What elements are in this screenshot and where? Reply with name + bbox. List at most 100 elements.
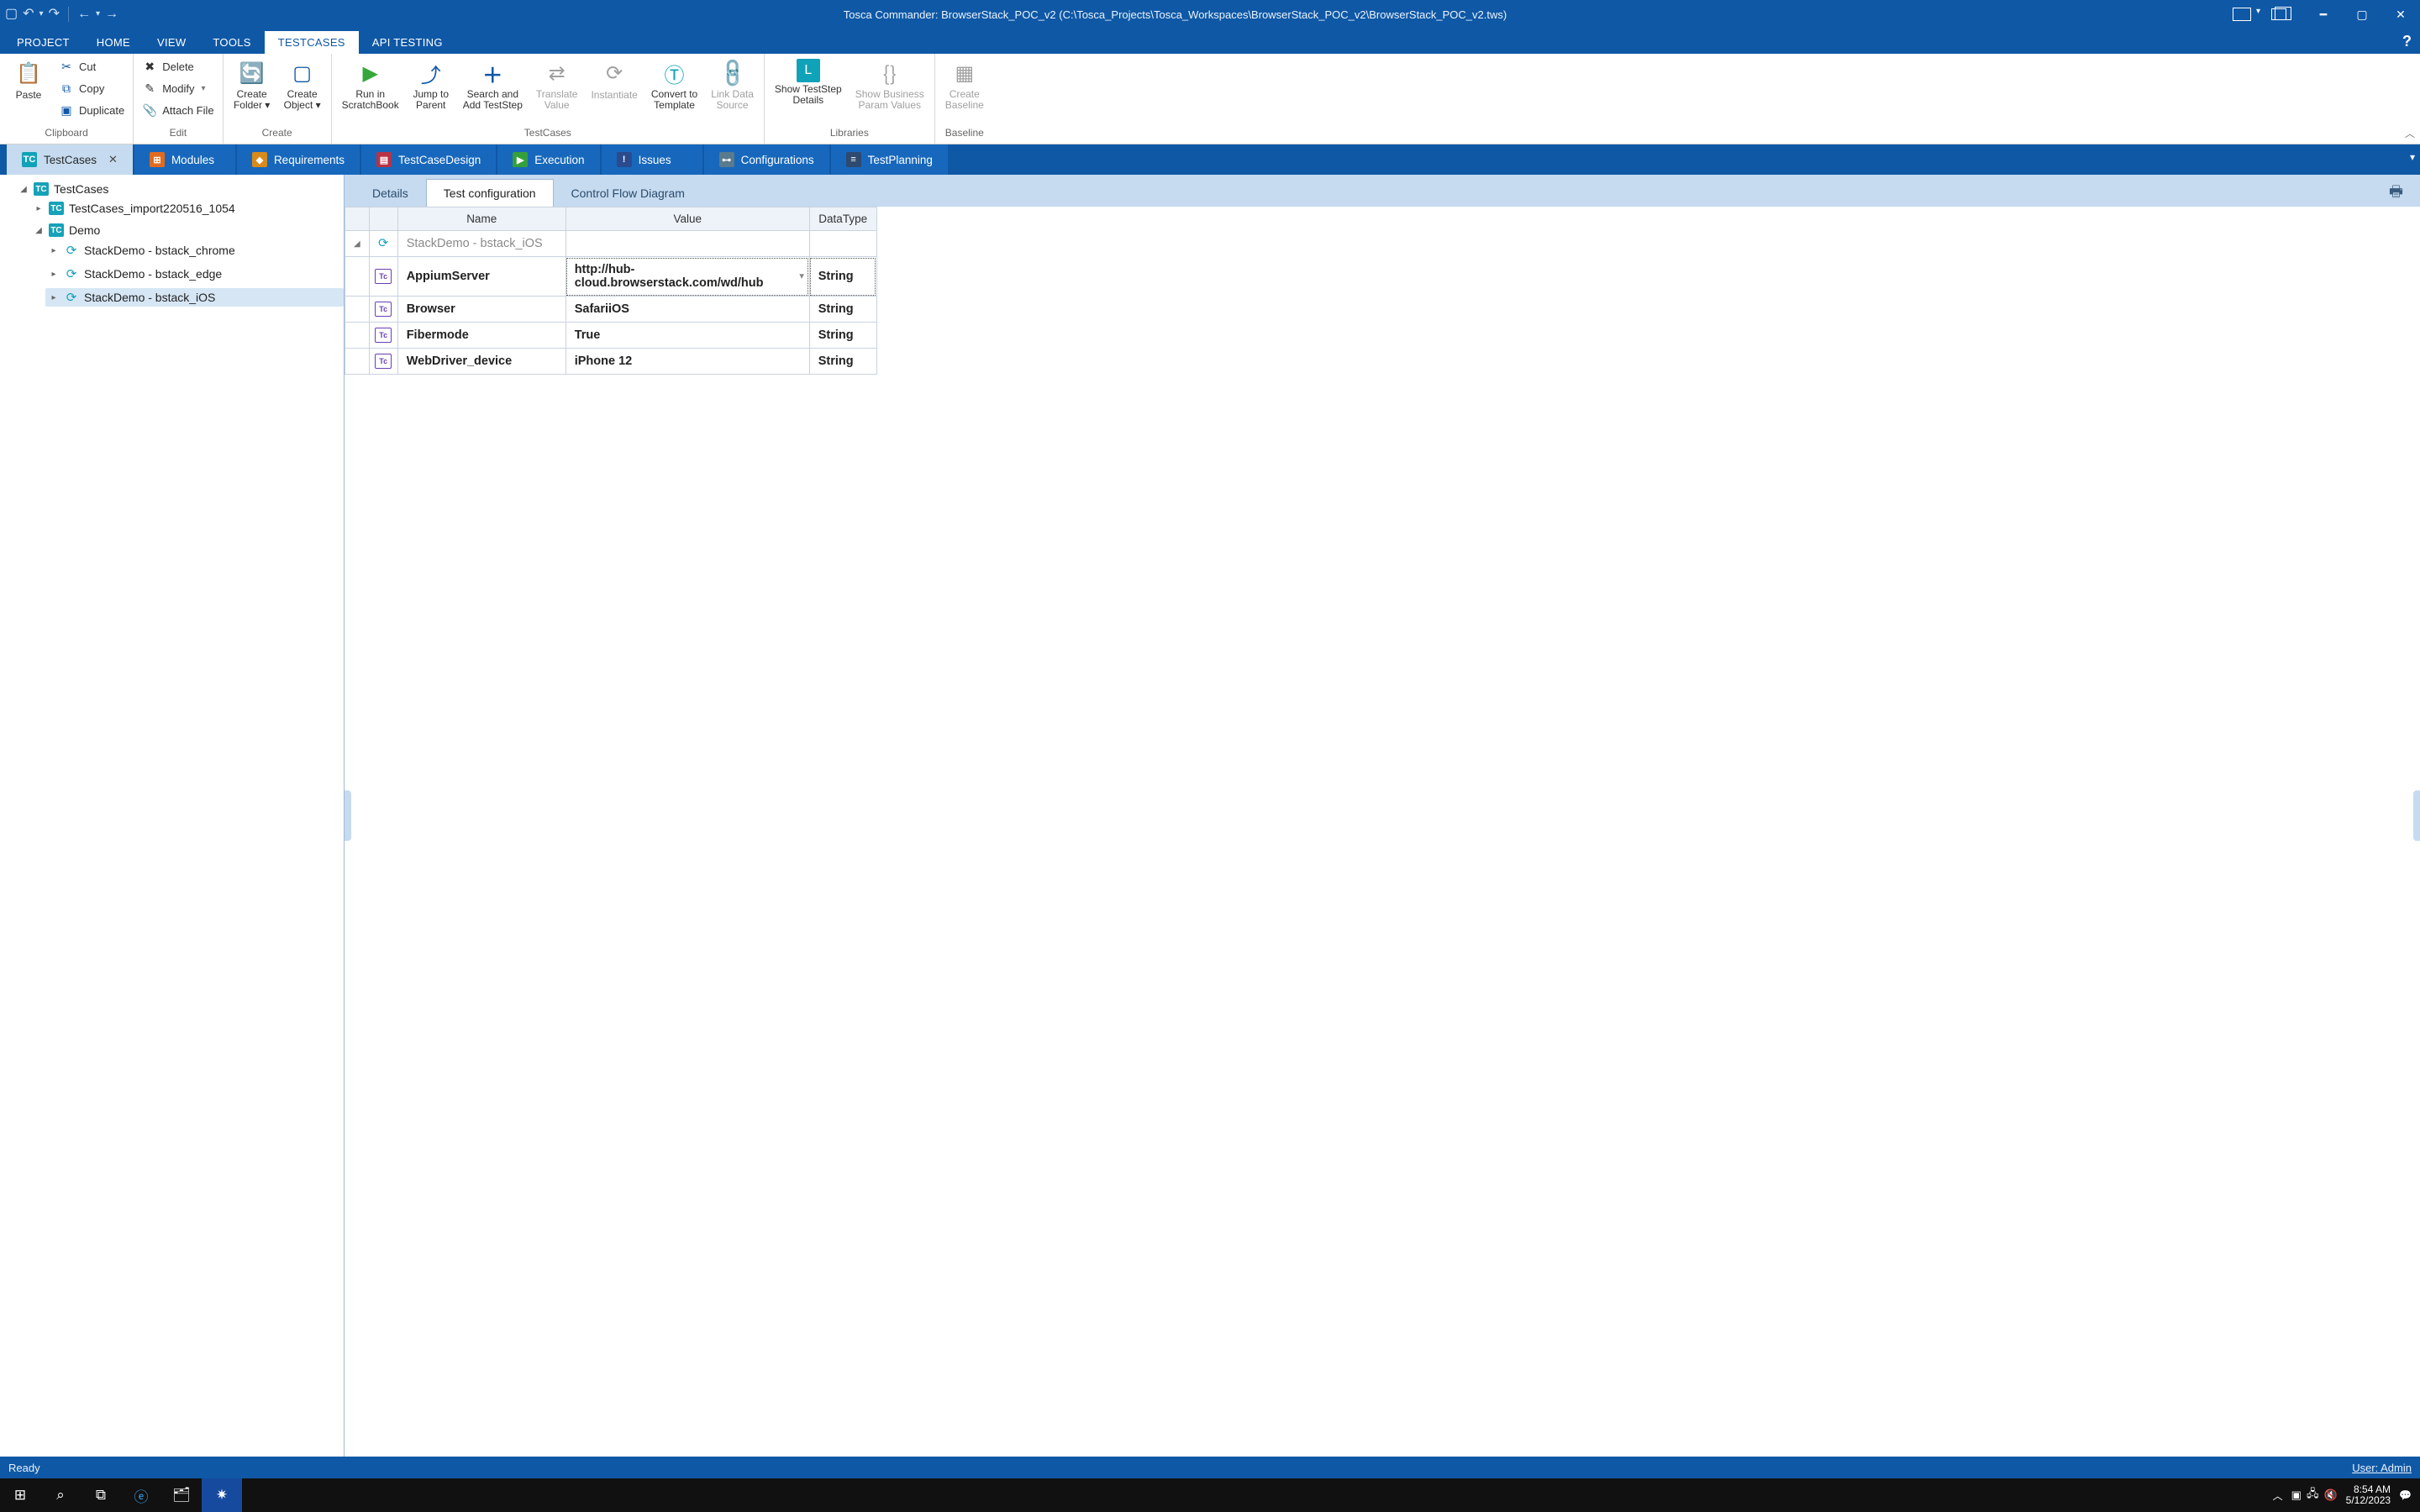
wtab-requirements[interactable]: ◆Requirements (237, 144, 360, 175)
search-icon[interactable]: ⌕ (40, 1478, 81, 1512)
left-grip-icon[interactable] (345, 790, 351, 841)
collapse-icon[interactable]: ◢ (345, 231, 370, 257)
create-folder-button[interactable]: 🔄 CreateFolder ▾ (230, 57, 274, 113)
tree-item-ios[interactable]: ▸ ⟳ StackDemo - bstack_iOS (45, 288, 344, 307)
task-view-icon[interactable]: ⧉ (81, 1478, 121, 1512)
status-user[interactable]: User: Admin (2352, 1462, 2412, 1474)
save-icon[interactable]: ▢ (5, 8, 18, 21)
wtab-config[interactable]: ⊶Configurations (704, 144, 829, 175)
config-grid[interactable]: Name Value DataType ◢ ⟳ StackDemo - bsta… (345, 207, 877, 375)
expand-icon[interactable]: ▸ (49, 270, 59, 279)
collapse-ribbon-icon[interactable]: ︿ (2405, 126, 2415, 140)
expand-icon[interactable]: ▸ (49, 293, 59, 302)
grid-row-browser[interactable]: Tc Browser SafariiOS String (345, 297, 877, 323)
undo-icon[interactable]: ↶ (23, 8, 34, 21)
restore-panes-icon[interactable] (2265, 0, 2304, 29)
redo-icon[interactable]: ↷ (49, 8, 60, 21)
grid-type-cell[interactable]: String (809, 257, 876, 297)
history-dropdown-icon[interactable]: ▾ (96, 10, 100, 18)
help-icon[interactable]: ? (2402, 33, 2412, 50)
subtab-details[interactable]: Details (355, 179, 426, 207)
minimize-icon[interactable]: ━ (2304, 0, 2343, 29)
tab-tools[interactable]: TOOLS (199, 31, 264, 54)
taskbar-clock[interactable]: 8:54 AM 5/12/2023 (2346, 1484, 2391, 1506)
grid-row-webdriver-device[interactable]: Tc WebDriver_device iPhone 12 String (345, 349, 877, 375)
create-object-button[interactable]: ▢ CreateObject ▾ (281, 57, 324, 113)
modify-button[interactable]: ✎Modify▾ (140, 79, 215, 97)
dropdown-icon[interactable]: ▾ (800, 272, 804, 281)
maximize-icon[interactable]: ▢ (2343, 0, 2381, 29)
network-icon[interactable]: 🖧 (2307, 1486, 2319, 1504)
grid-parent-row[interactable]: ◢ ⟳ StackDemo - bstack_iOS (345, 231, 877, 257)
ie-icon[interactable]: ⓔ (121, 1478, 161, 1512)
tab-testcases[interactable]: TESTCASES (265, 31, 359, 54)
grid-value-cell[interactable]: http://hub-cloud.browserstack.com/wd/hub… (566, 257, 809, 297)
delete-button[interactable]: ✖Delete (140, 57, 215, 76)
close-icon[interactable]: ✕ (2381, 0, 2420, 29)
col-value[interactable]: Value (566, 207, 809, 231)
grid-value-cell[interactable]: True (566, 323, 809, 349)
explorer-icon[interactable]: 🗂 (161, 1478, 202, 1512)
instantiate-button[interactable]: ⟳Instantiate (587, 57, 640, 102)
jump-to-parent-button[interactable]: ⤴Jump toParent (409, 57, 453, 113)
search-add-teststep-button[interactable]: ＋Search andAdd TestStep (460, 57, 526, 113)
expand-icon[interactable]: ▸ (34, 204, 44, 213)
paste-button[interactable]: 📋 Paste (7, 57, 50, 102)
tray-chevron-icon[interactable]: ︿ (2273, 1488, 2283, 1503)
ribbon-display-options-icon[interactable] (2227, 0, 2265, 29)
notifications-icon[interactable]: 💬 (2399, 1489, 2412, 1501)
collapse-icon[interactable]: ◢ (18, 185, 29, 194)
cut-button[interactable]: ✂Cut (57, 57, 126, 76)
tab-apitesting[interactable]: API TESTING (359, 31, 456, 54)
expand-icon[interactable]: ▸ (49, 246, 59, 255)
forward-icon[interactable]: → (105, 8, 118, 21)
start-button[interactable]: ⊞ (0, 1478, 40, 1512)
subtab-cfd[interactable]: Control Flow Diagram (554, 179, 702, 207)
undo-dropdown-icon[interactable]: ▾ (39, 10, 44, 18)
col-datatype[interactable]: DataType (809, 207, 876, 231)
grid-row-fibermode[interactable]: Tc Fibermode True String (345, 323, 877, 349)
col-name[interactable]: Name (397, 207, 566, 231)
wtab-tcdesign[interactable]: ▤TestCaseDesign (361, 144, 496, 175)
show-business-param-button[interactable]: ｛｝Show BusinessParam Values (852, 57, 928, 113)
wtab-modules[interactable]: ⊞Modules (134, 144, 235, 175)
tree-item-import[interactable]: ▸ TC TestCases_import220516_1054 (30, 200, 344, 217)
grid-type-cell[interactable]: String (809, 349, 876, 375)
wtab-issues[interactable]: !Issues (602, 144, 702, 175)
tray-icon[interactable]: ▣ (2291, 1488, 2302, 1502)
attach-file-button[interactable]: 📎Attach File (140, 101, 215, 119)
tab-project[interactable]: PROJECT (3, 31, 83, 54)
tree-item-demo[interactable]: ◢ TC Demo (30, 222, 344, 239)
subtab-testconfig[interactable]: Test configuration (426, 179, 554, 207)
link-data-source-button[interactable]: 🔗Link DataSource (708, 57, 757, 113)
tree-root-testcases[interactable]: ◢ TC TestCases (15, 181, 344, 197)
grid-row-appium[interactable]: Tc AppiumServer http://hub-cloud.browser… (345, 257, 877, 297)
convert-template-button[interactable]: ⓉConvert toTemplate (648, 57, 701, 113)
tree-item-chrome[interactable]: ▸ ⟳ StackDemo - bstack_chrome (45, 241, 344, 260)
grid-name-cell[interactable]: Browser (397, 297, 566, 323)
copy-button[interactable]: ⧉Copy (57, 79, 126, 97)
grid-value-cell[interactable]: SafariiOS (566, 297, 809, 323)
tree-item-edge[interactable]: ▸ ⟳ StackDemo - bstack_edge (45, 265, 344, 283)
wtab-execution[interactable]: ▶Execution (497, 144, 599, 175)
create-baseline-button[interactable]: ▦CreateBaseline (942, 57, 987, 113)
tosca-app-icon[interactable]: ✷ (202, 1478, 242, 1512)
wtab-testcases[interactable]: TC TestCases ✕ (7, 144, 133, 175)
grid-value-cell[interactable]: iPhone 12 (566, 349, 809, 375)
close-tab-icon[interactable]: ✕ (108, 153, 118, 166)
right-grip-icon[interactable] (2413, 790, 2420, 841)
grid-name-cell[interactable]: WebDriver_device (397, 349, 566, 375)
grid-type-cell[interactable]: String (809, 323, 876, 349)
grid-type-cell[interactable]: String (809, 297, 876, 323)
collapse-icon[interactable]: ◢ (34, 226, 44, 235)
tab-overflow-icon[interactable]: ▾ (2410, 151, 2415, 163)
back-icon[interactable]: ← (77, 8, 91, 21)
print-icon[interactable]: 🖶 (2389, 181, 2403, 207)
grid-name-cell[interactable]: Fibermode (397, 323, 566, 349)
project-tree[interactable]: ◢ TC TestCases ▸ TC TestCases_import2205… (0, 175, 345, 1457)
tab-home[interactable]: HOME (83, 31, 144, 54)
system-tray[interactable]: ▣ 🖧 🔇 (2291, 1486, 2338, 1504)
grid-name-cell[interactable]: AppiumServer (397, 257, 566, 297)
wtab-testplanning[interactable]: ≡TestPlanning (831, 144, 948, 175)
tab-view[interactable]: VIEW (144, 31, 199, 54)
